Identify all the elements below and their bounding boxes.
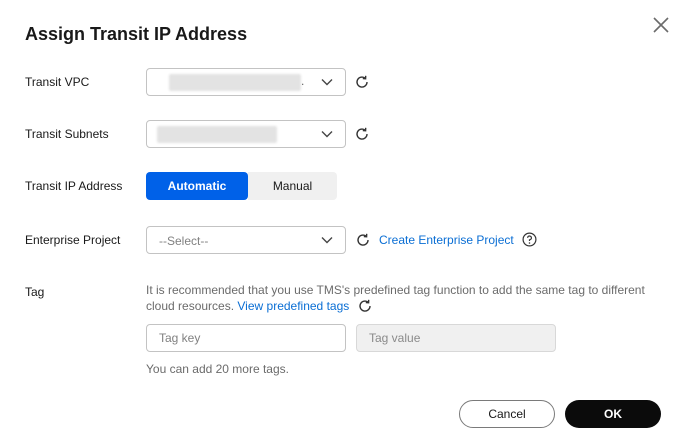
transit-vpc-value-suffix: . [301, 74, 305, 88]
create-enterprise-project-link[interactable]: Create Enterprise Project [379, 233, 514, 247]
tag-key-input[interactable] [146, 324, 346, 352]
ok-button[interactable]: OK [565, 400, 661, 428]
transit-ip-mode-toggle: Automatic Manual [146, 172, 337, 200]
chevron-down-icon [321, 237, 333, 244]
tag-note-text: It is recommended that you use TMS's pre… [146, 283, 645, 313]
tag-remaining-hint: You can add 20 more tags. [146, 362, 289, 376]
tag-value-input[interactable] [356, 324, 556, 352]
refresh-icon[interactable] [354, 74, 370, 90]
enterprise-project-select[interactable]: --Select-- [146, 226, 346, 254]
chevron-down-icon [321, 79, 333, 86]
transit-vpc-label: Transit VPC [25, 75, 90, 89]
refresh-icon[interactable] [354, 126, 370, 142]
dialog-title: Assign Transit IP Address [25, 24, 248, 44]
transit-vpc-value-redacted [169, 74, 301, 91]
automatic-option[interactable]: Automatic [146, 172, 248, 200]
transit-subnets-select[interactable] [146, 120, 346, 148]
refresh-icon[interactable] [355, 232, 371, 248]
cancel-button[interactable]: Cancel [459, 400, 555, 428]
tag-recommendation-note: It is recommended that you use TMS's pre… [146, 282, 666, 314]
view-predefined-tags-link[interactable]: View predefined tags [237, 299, 349, 313]
chevron-down-icon [321, 131, 333, 138]
transit-subnets-label: Transit Subnets [25, 127, 109, 141]
refresh-icon[interactable] [357, 298, 373, 314]
enterprise-project-label: Enterprise Project [25, 233, 121, 247]
transit-subnets-value-redacted [157, 126, 277, 143]
transit-ip-address-label: Transit IP Address [25, 179, 123, 193]
transit-vpc-select[interactable]: . [146, 68, 346, 96]
manual-option[interactable]: Manual [248, 172, 337, 200]
close-icon[interactable] [650, 14, 672, 36]
help-icon[interactable] [522, 232, 537, 247]
assign-transit-ip-dialog: Assign Transit IP Address Transit VPC . … [0, 0, 687, 443]
tag-label: Tag [25, 285, 45, 299]
enterprise-project-placeholder: --Select-- [159, 234, 209, 248]
